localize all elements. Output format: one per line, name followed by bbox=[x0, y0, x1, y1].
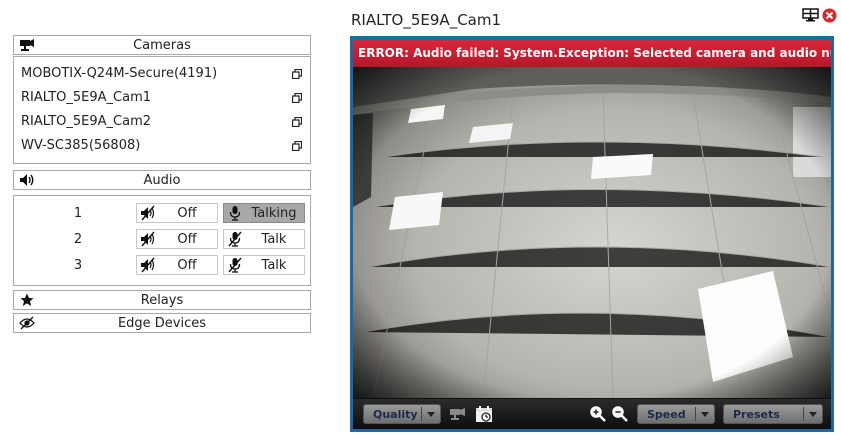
audio-off-label: Off bbox=[177, 258, 197, 273]
close-icon[interactable] bbox=[822, 8, 837, 23]
audio-talk-label: Talking bbox=[251, 206, 297, 221]
audio-talk-button[interactable]: Talk bbox=[223, 229, 305, 249]
camera-name: MOBOTIX-Q24M-Secure(4191) bbox=[21, 66, 218, 81]
audio-row: 3 Off Talk bbox=[14, 255, 310, 277]
layout-grid-icon[interactable] bbox=[802, 8, 819, 22]
speaker-muted-icon bbox=[141, 231, 155, 247]
camera-name: WV-SC385(56808) bbox=[21, 138, 141, 153]
presets-label: Presets bbox=[733, 408, 780, 421]
camera-list-item[interactable]: RIALTO_5E9A_Cam2 bbox=[21, 112, 302, 132]
dropdown-separator bbox=[421, 407, 422, 421]
timeline-icon[interactable] bbox=[475, 405, 493, 423]
error-message: ERROR: Audio failed: System.Exception: S… bbox=[353, 39, 831, 67]
camera-list-item[interactable]: WV-SC385(56808) bbox=[21, 136, 302, 156]
audio-panel-title: Audio bbox=[143, 173, 181, 188]
video-feed[interactable] bbox=[353, 67, 831, 398]
quality-label: Quality bbox=[373, 408, 418, 421]
audio-off-button[interactable]: Off bbox=[136, 203, 218, 223]
viewer-toolbar: Quality Speed Presets bbox=[353, 399, 831, 429]
dropdown-separator bbox=[803, 407, 804, 421]
speaker-muted-icon bbox=[141, 205, 155, 221]
dropdown-separator bbox=[695, 407, 696, 421]
zoom-out-icon[interactable] bbox=[611, 405, 629, 423]
audio-off-button[interactable]: Off bbox=[136, 229, 218, 249]
microphone-muted-icon bbox=[228, 231, 242, 247]
camera-name: RIALTO_5E9A_Cam2 bbox=[21, 114, 152, 129]
presets-dropdown[interactable]: Presets bbox=[723, 404, 823, 424]
edge-devices-panel-header[interactable]: Edge Devices bbox=[13, 313, 311, 333]
microphone-muted-icon bbox=[228, 257, 242, 273]
audio-talk-label: Talk bbox=[261, 258, 287, 273]
popout-icon[interactable] bbox=[292, 93, 302, 103]
audio-talk-label: Talk bbox=[261, 232, 287, 247]
audio-controls: 1 Off Talking 2 Off Talk 3 Off Talk bbox=[13, 195, 311, 286]
cameras-list: MOBOTIX-Q24M-Secure(4191) RIALTO_5E9A_Ca… bbox=[13, 56, 311, 164]
audio-off-label: Off bbox=[177, 232, 197, 247]
edge-devices-panel-title: Edge Devices bbox=[117, 316, 207, 331]
audio-number: 2 bbox=[73, 232, 83, 247]
camera-list-item[interactable]: RIALTO_5E9A_Cam1 bbox=[21, 88, 302, 108]
audio-talk-button[interactable]: Talking bbox=[223, 203, 305, 223]
camera-frame-image bbox=[353, 67, 831, 398]
audio-row: 1 Off Talking bbox=[14, 203, 310, 225]
speed-label: Speed bbox=[647, 408, 686, 421]
audio-off-label: Off bbox=[177, 206, 197, 221]
video-viewer[interactable]: ERROR: Audio failed: System.Exception: S… bbox=[350, 36, 834, 432]
microphone-icon bbox=[229, 206, 241, 221]
cameras-panel-title: Cameras bbox=[133, 38, 191, 53]
cameras-panel-header[interactable]: Cameras bbox=[13, 35, 311, 55]
popout-icon[interactable] bbox=[292, 117, 302, 127]
audio-talk-button[interactable]: Talk bbox=[223, 255, 305, 275]
zoom-in-icon[interactable] bbox=[589, 405, 607, 423]
relays-panel-header[interactable]: Relays bbox=[13, 290, 311, 310]
camera-name: RIALTO_5E9A_Cam1 bbox=[21, 90, 152, 105]
popout-icon[interactable] bbox=[292, 141, 302, 151]
camera-list-item[interactable]: MOBOTIX-Q24M-Secure(4191) bbox=[21, 64, 302, 84]
audio-off-button[interactable]: Off bbox=[136, 255, 218, 275]
camera-title: RIALTO_5E9A_Cam1 bbox=[351, 11, 502, 29]
chevron-down-icon bbox=[701, 412, 709, 417]
speed-dropdown[interactable]: Speed bbox=[637, 404, 715, 424]
audio-row: 2 Off Talk bbox=[14, 229, 310, 251]
camera-icon[interactable] bbox=[449, 405, 467, 423]
chevron-down-icon bbox=[427, 412, 435, 417]
chevron-down-icon bbox=[809, 412, 817, 417]
speaker-muted-icon bbox=[141, 257, 155, 273]
audio-panel-header[interactable]: Audio bbox=[13, 170, 311, 190]
audio-number: 3 bbox=[73, 258, 83, 273]
audio-number: 1 bbox=[73, 206, 83, 221]
popout-icon[interactable] bbox=[292, 69, 302, 79]
relays-panel-title: Relays bbox=[140, 293, 184, 308]
quality-dropdown[interactable]: Quality bbox=[363, 404, 441, 424]
